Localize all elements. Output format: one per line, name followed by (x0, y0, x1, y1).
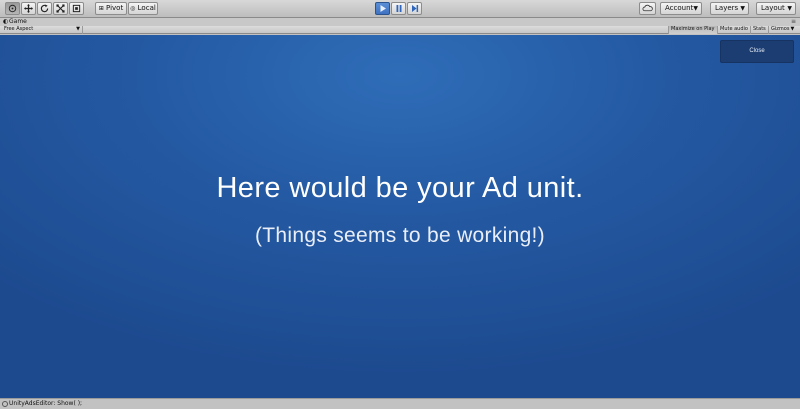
maximize-label: Maximize on Play (671, 26, 715, 32)
layout-dropdown[interactable]: Layout ▼ (756, 2, 796, 15)
chevron-down-icon: ▼ (740, 5, 745, 12)
account-label: Account (665, 4, 694, 12)
mute-audio-toggle[interactable]: Mute audio (717, 26, 750, 34)
cloud-icon (642, 4, 653, 12)
step-icon (411, 5, 418, 12)
ad-placeholder-subtitle: (Things seems to be working!) (255, 224, 545, 247)
rect-icon (72, 4, 81, 13)
pivot-label: Pivot (106, 4, 124, 12)
game-tab-label: Game (9, 18, 27, 25)
gizmos-label: Gizmos (771, 26, 790, 32)
chevron-down-icon: ▼ (76, 26, 80, 32)
rotate-icon (40, 4, 49, 13)
info-icon (2, 401, 8, 407)
play-button[interactable] (375, 2, 390, 15)
game-view: Close Here would be your Ad unit. (Thing… (0, 35, 800, 398)
layers-dropdown[interactable]: Layers ▼ (710, 2, 749, 15)
gizmos-dropdown[interactable]: Gizmos▼ (768, 26, 796, 34)
window-menu-icon[interactable]: ≡ (791, 18, 796, 26)
main-toolbar: ⊞ Pivot ◎ Local Account ▼ Layers ▼ Layou… (0, 0, 800, 18)
aspect-label: Free Aspect (4, 26, 34, 32)
local-label: Local (137, 4, 156, 12)
step-button[interactable] (407, 2, 422, 15)
pause-button[interactable] (391, 2, 406, 15)
local-icon: ◎ (130, 5, 136, 12)
cloud-button[interactable] (639, 2, 656, 15)
move-icon (24, 4, 33, 13)
hand-tool-button[interactable] (5, 2, 20, 15)
layers-label: Layers (715, 4, 739, 12)
scale-icon (56, 4, 65, 13)
layout-label: Layout (761, 4, 785, 12)
rotate-tool-button[interactable] (37, 2, 52, 15)
aspect-dropdown[interactable]: Free Aspect ▼ (2, 26, 83, 34)
chevron-down-icon: ▼ (693, 5, 698, 12)
scale-tool-button[interactable] (53, 2, 68, 15)
game-control-bar: Free Aspect ▼ Maximize on Play Mute audi… (0, 26, 800, 34)
pause-icon (396, 5, 401, 12)
chevron-down-icon: ▼ (790, 26, 795, 32)
chevron-down-icon: ▼ (787, 5, 792, 12)
mute-label: Mute audio (720, 26, 748, 32)
console-status-bar[interactable]: UnityAdsEditor: Show( ); (0, 398, 800, 409)
game-window-tab[interactable]: ◐ Game ≡ (0, 18, 800, 26)
stats-toggle[interactable]: Stats (750, 26, 768, 34)
status-message: UnityAdsEditor: Show( ); (9, 400, 83, 407)
game-controller-icon: ◐ (3, 18, 9, 25)
play-icon (380, 5, 386, 12)
maximize-on-play-toggle[interactable]: Maximize on Play (668, 26, 717, 34)
local-toggle[interactable]: ◎ Local (128, 2, 158, 15)
rect-tool-button[interactable] (69, 2, 84, 15)
pivot-toggle[interactable]: ⊞ Pivot (95, 2, 127, 15)
move-tool-button[interactable] (21, 2, 36, 15)
ad-placeholder-title: Here would be your Ad unit. (216, 172, 584, 204)
stats-label: Stats (753, 26, 766, 32)
ad-close-button[interactable]: Close (720, 40, 794, 63)
pivot-icon: ⊞ (98, 5, 104, 12)
account-dropdown[interactable]: Account ▼ (660, 2, 702, 15)
hand-icon (8, 4, 17, 13)
